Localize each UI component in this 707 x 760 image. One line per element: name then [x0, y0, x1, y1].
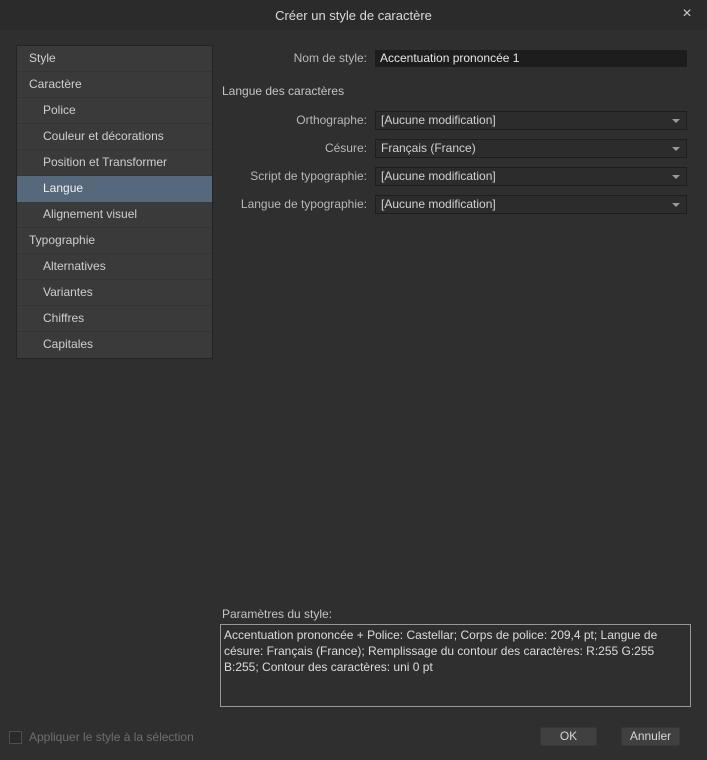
- langue-typographie-dropdown[interactable]: [Aucune modification]: [375, 194, 687, 214]
- cesure-label: Césure:: [324, 141, 367, 155]
- apply-style-checkbox-label: Appliquer le style à la sélection: [29, 730, 194, 744]
- orthographe-dropdown-value: [Aucune modification]: [381, 112, 496, 127]
- sidebar-item-style[interactable]: Style: [17, 46, 212, 72]
- sidebar-item-couleur-et-decorations[interactable]: Couleur et décorations: [17, 124, 212, 150]
- langue-typographie-dropdown-value: [Aucune modification]: [381, 196, 496, 211]
- langue-typographie-field-row: Langue de typographie: [Aucune modificat…: [220, 194, 687, 214]
- sidebar-item-alternatives[interactable]: Alternatives: [17, 254, 212, 280]
- script-typographie-field-row: Script de typographie: [Aucune modificat…: [220, 166, 687, 186]
- sidebar-item-typographie[interactable]: Typographie: [17, 228, 212, 254]
- script-typographie-dropdown[interactable]: [Aucune modification]: [375, 166, 687, 186]
- langue-typographie-label: Langue de typographie:: [240, 197, 367, 211]
- sidebar-item-chiffres[interactable]: Chiffres: [17, 306, 212, 332]
- cesure-dropdown-value: Français (France): [381, 140, 476, 155]
- section-heading-langue-des-caracteres: Langue des caractères: [222, 84, 345, 98]
- cesure-dropdown[interactable]: Français (France): [375, 138, 687, 158]
- script-typographie-dropdown-value: [Aucune modification]: [381, 168, 496, 183]
- sidebar-item-caractere[interactable]: Caractère: [17, 72, 212, 98]
- ok-button[interactable]: OK: [540, 727, 597, 746]
- style-settings-summary: Accentuation prononcée + Police: Castell…: [220, 624, 691, 707]
- script-typographie-label: Script de typographie:: [250, 169, 367, 183]
- chevron-down-icon: [672, 174, 680, 179]
- orthographe-field-row: Orthographe: [Aucune modification]: [220, 110, 687, 130]
- style-category-list: Style Caractère Police Couleur et décora…: [16, 45, 213, 359]
- orthographe-dropdown[interactable]: [Aucune modification]: [375, 110, 687, 130]
- sidebar-item-langue[interactable]: Langue: [17, 176, 212, 202]
- titlebar: Créer un style de caractère ×: [0, 0, 707, 30]
- dialog-title: Créer un style de caractère: [275, 8, 432, 23]
- cancel-button[interactable]: Annuler: [621, 727, 680, 746]
- orthographe-label: Orthographe:: [296, 113, 367, 127]
- chevron-down-icon: [672, 146, 680, 151]
- chevron-down-icon: [672, 118, 680, 123]
- sidebar-item-police[interactable]: Police: [17, 98, 212, 124]
- style-name-label: Nom de style:: [293, 51, 367, 65]
- sidebar-item-capitales[interactable]: Capitales: [17, 332, 212, 358]
- cesure-field-row: Césure: Français (France): [220, 138, 687, 158]
- style-name-input[interactable]: [375, 49, 687, 67]
- chevron-down-icon: [672, 202, 680, 207]
- sidebar-item-variantes[interactable]: Variantes: [17, 280, 212, 306]
- style-settings-label: Paramètres du style:: [222, 607, 333, 621]
- style-name-row: Nom de style:: [220, 48, 687, 68]
- sidebar-item-position-et-transformer[interactable]: Position et Transformer: [17, 150, 212, 176]
- close-icon[interactable]: ×: [677, 4, 697, 24]
- create-character-style-dialog: Créer un style de caractère × Style Cara…: [0, 0, 707, 760]
- apply-style-checkbox[interactable]: [9, 730, 22, 744]
- apply-style-checkbox-row: Appliquer le style à la sélection: [9, 729, 194, 745]
- sidebar-item-alignement-visuel[interactable]: Alignement visuel: [17, 202, 212, 228]
